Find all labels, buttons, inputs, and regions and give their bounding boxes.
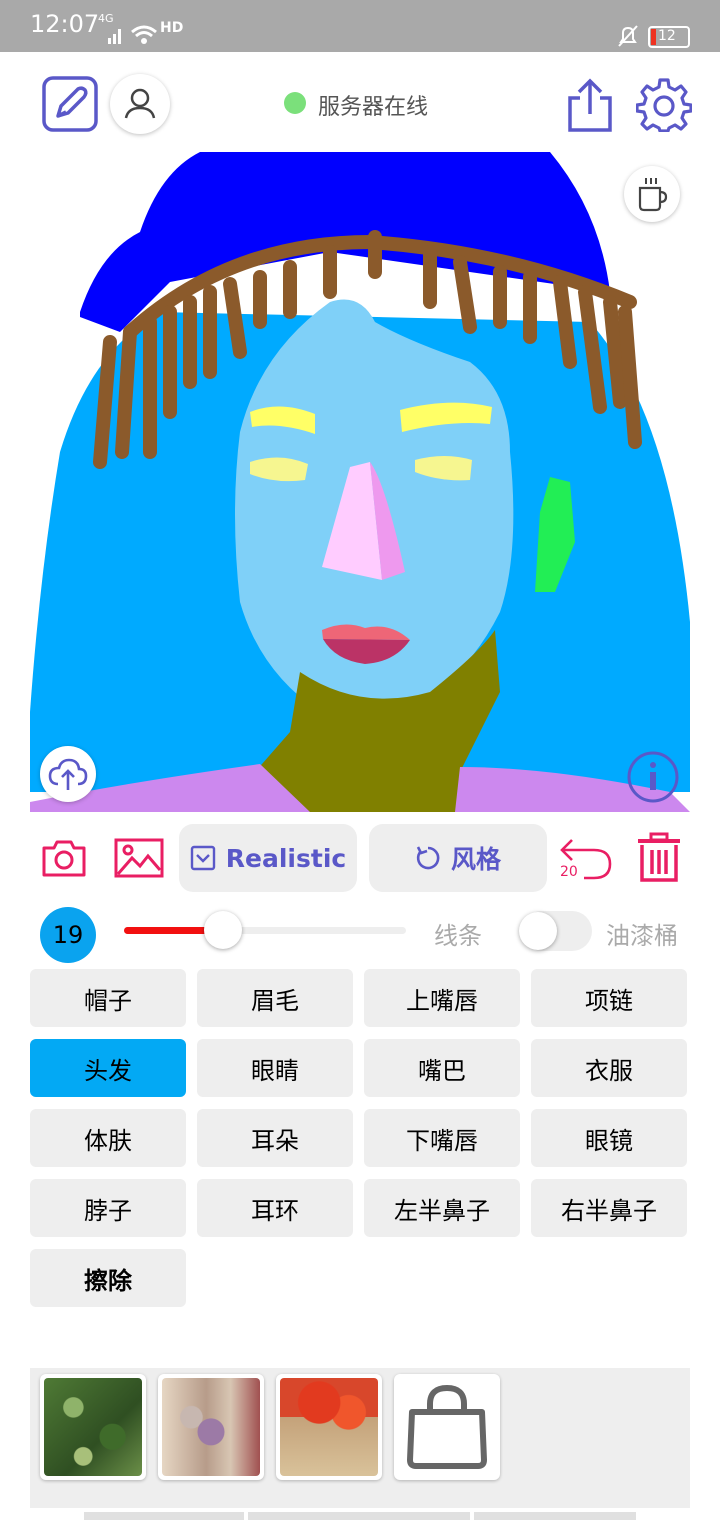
trash-icon xyxy=(638,832,680,882)
label-hair[interactable]: 头发 xyxy=(30,1039,186,1097)
delete-button[interactable] xyxy=(636,832,682,884)
realistic-label: Realistic xyxy=(225,843,347,873)
style-thumbnail-floral[interactable] xyxy=(158,1374,264,1480)
floral-texture-image xyxy=(162,1378,260,1476)
hd-label: HD xyxy=(160,20,184,36)
network-label: 4G xyxy=(98,12,114,25)
label-eyebrows[interactable]: 眉毛 xyxy=(197,969,353,1027)
info-button[interactable] xyxy=(626,750,680,804)
label-upper-lip[interactable]: 上嘴唇 xyxy=(364,969,520,1027)
undo-button[interactable]: 20 xyxy=(558,830,614,886)
upload-button[interactable] xyxy=(40,746,96,802)
label-neck[interactable]: 脖子 xyxy=(30,1179,186,1237)
user-icon xyxy=(124,88,156,119)
label-mouth[interactable]: 嘴巴 xyxy=(364,1039,520,1097)
brush-size-slider-thumb[interactable] xyxy=(204,911,242,949)
status-bar: 12:07 4G HD 12 xyxy=(0,0,720,52)
server-status-text: 服务器在线 xyxy=(318,95,429,120)
paint-bucket-label: 油漆桶 xyxy=(606,922,678,950)
bottom-nav-segment-1 xyxy=(84,1512,244,1520)
shopping-bag-icon xyxy=(407,1384,487,1469)
label-hat[interactable]: 帽子 xyxy=(30,969,186,1027)
image-icon xyxy=(114,838,164,878)
edit-icon xyxy=(42,76,98,132)
style-thumbnail-red-tree[interactable] xyxy=(276,1374,382,1480)
upload-icon xyxy=(48,758,88,790)
gallery-button[interactable] xyxy=(114,838,164,878)
label-eyes[interactable]: 眼睛 xyxy=(197,1039,353,1097)
label-right-nose[interactable]: 右半鼻子 xyxy=(531,1179,687,1237)
profile-button[interactable] xyxy=(110,74,170,134)
settings-button[interactable] xyxy=(635,78,693,133)
share-icon xyxy=(568,78,612,132)
drawing-canvas[interactable] xyxy=(30,152,690,812)
battery-level: 12 xyxy=(658,28,676,44)
style-label: 风格 xyxy=(450,845,501,874)
label-earrings[interactable]: 耳环 xyxy=(197,1179,353,1237)
paint-bucket-toggle-thumb[interactable] xyxy=(519,912,557,950)
bottom-nav-segment-2 xyxy=(248,1512,470,1520)
checkbox-icon xyxy=(190,845,215,871)
style-store-button[interactable] xyxy=(394,1374,500,1480)
battery-icon: 12 xyxy=(648,26,690,48)
lines-mode-label: 线条 xyxy=(434,922,482,950)
label-left-nose[interactable]: 左半鼻子 xyxy=(364,1179,520,1237)
share-button[interactable] xyxy=(566,78,614,132)
style-button[interactable]: 风格 xyxy=(369,824,547,892)
camera-icon xyxy=(42,840,86,877)
settings-icon xyxy=(635,78,693,133)
label-lower-lip[interactable]: 下嘴唇 xyxy=(364,1109,520,1167)
mute-bell-icon xyxy=(618,25,638,47)
red-tree-texture-image xyxy=(280,1378,378,1476)
info-icon xyxy=(627,751,679,803)
style-thumbnail-forest[interactable] xyxy=(40,1374,146,1480)
forest-texture-image xyxy=(44,1378,142,1476)
status-time: 12:07 xyxy=(30,10,100,38)
signal-icon xyxy=(108,29,121,44)
camera-button[interactable] xyxy=(42,838,86,878)
brush-size-badge: 19 xyxy=(40,907,96,963)
server-status-dot xyxy=(284,92,306,114)
bottom-nav-segment-3 xyxy=(474,1512,636,1520)
wifi-icon xyxy=(131,25,157,44)
coffee-button[interactable] xyxy=(624,166,680,222)
label-clothes[interactable]: 衣服 xyxy=(531,1039,687,1097)
label-skin[interactable]: 体肤 xyxy=(30,1109,186,1167)
undo-count: 20 xyxy=(560,864,578,880)
label-necklace[interactable]: 项链 xyxy=(531,969,687,1027)
segmentation-drawing xyxy=(30,152,690,812)
label-glasses[interactable]: 眼镜 xyxy=(531,1109,687,1167)
realistic-button[interactable]: Realistic xyxy=(179,824,357,892)
label-ears[interactable]: 耳朵 xyxy=(197,1109,353,1167)
label-erase[interactable]: 擦除 xyxy=(30,1249,186,1307)
coffee-icon xyxy=(638,178,668,212)
refresh-icon xyxy=(416,846,440,870)
edit-button[interactable] xyxy=(42,76,98,132)
